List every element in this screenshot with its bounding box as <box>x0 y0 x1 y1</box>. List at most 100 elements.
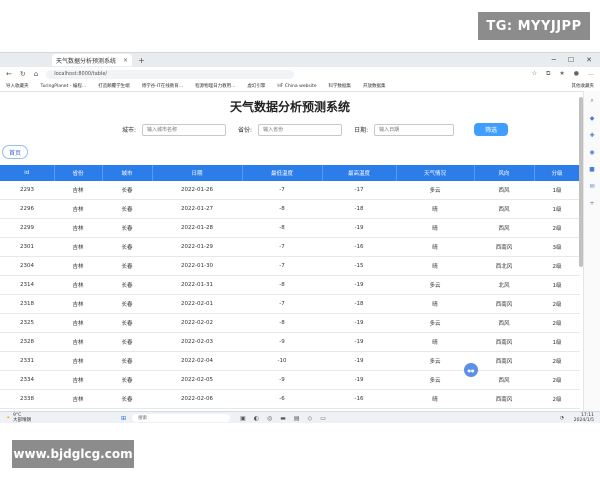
header-weather[interactable]: 天气情况 <box>396 165 475 181</box>
table-cell: 2331 <box>0 351 54 371</box>
bookmark-item[interactable]: 博学谷-IT在线教育... <box>142 83 184 89</box>
home-button[interactable]: 首页 <box>2 145 28 159</box>
table-cell: -8 <box>242 218 322 238</box>
bookmark-item[interactable]: 科学数据集 <box>329 83 352 89</box>
table-cell: 西南风 <box>474 332 534 352</box>
table-cell: 晴 <box>396 332 474 352</box>
office-icon[interactable]: ■ <box>589 166 595 173</box>
search-icon[interactable]: ⌕ <box>590 97 593 105</box>
system-tray: ◔ 17:11 2024/1/5 <box>560 413 600 423</box>
games-icon[interactable]: ◉ <box>589 149 594 156</box>
table-cell: -16 <box>322 389 396 409</box>
favorites-icon[interactable]: ★ <box>559 70 564 78</box>
table-cell: -8 <box>242 199 322 219</box>
extensions-icon[interactable]: ⧉ <box>546 70 550 78</box>
table-cell: 2301 <box>0 237 54 257</box>
table-cell: 2022-02-01 <box>152 294 242 314</box>
table-cell: 吉林 <box>54 256 102 276</box>
minimize-icon[interactable]: ─ <box>552 56 556 64</box>
table-header-row: id 省份 城市 日期 最低温度 最高温度 天气情况 风向 分级 <box>0 165 581 181</box>
taskbar-search[interactable]: 搜索 <box>132 414 231 422</box>
store-icon[interactable]: ▤ <box>294 415 300 422</box>
star-icon[interactable]: ☆ <box>532 70 537 78</box>
date-label: 日期: <box>354 127 369 134</box>
folder-icon[interactable]: ▬ <box>280 415 286 422</box>
table-cell: 2级 <box>534 351 580 371</box>
new-tab-icon[interactable]: + <box>138 56 145 65</box>
header-max-temp[interactable]: 最高温度 <box>322 165 397 181</box>
table-cell: 2022-01-29 <box>152 237 242 257</box>
table-cell: 2022-01-28 <box>152 218 242 238</box>
task-view-icon[interactable]: ▣ <box>240 415 246 422</box>
header-wind-level[interactable]: 分级 <box>534 165 581 181</box>
table-cell: 2334 <box>0 370 54 390</box>
table-cell: 西风 <box>474 218 534 238</box>
header-province[interactable]: 省份 <box>54 165 103 181</box>
table-cell: 晴 <box>396 294 474 314</box>
filter-button[interactable]: 筛选 <box>474 123 509 136</box>
menu-icon[interactable]: … <box>588 70 594 78</box>
add-icon[interactable]: + <box>589 200 594 207</box>
bookmark-item[interactable]: 打造颠覆学生端 <box>98 83 130 89</box>
home-icon[interactable]: ⌂ <box>34 70 38 78</box>
windows-start-icon[interactable]: ⊞ <box>121 415 126 422</box>
header-city[interactable]: 城市 <box>102 165 153 181</box>
table-row: 2331 吉林 长春 2022-02-04 -10 -19 多云 西南风 2级 <box>0 351 580 371</box>
profile-icon[interactable]: ● <box>574 70 579 78</box>
table-row: 2325 吉林 长春 2022-02-02 -8 -19 多云 西风 2级 <box>0 313 580 333</box>
header-min-temp[interactable]: 最低温度 <box>242 165 323 181</box>
table-cell: 晴 <box>396 218 474 238</box>
table-cell: 西南风 <box>474 237 534 257</box>
table-cell: 吉林 <box>54 370 102 390</box>
table-cell: 西风 <box>474 181 534 200</box>
close-tab-icon[interactable]: ✕ <box>123 57 128 64</box>
maximize-icon[interactable]: ☐ <box>568 56 574 64</box>
page-content: 天气数据分析预测系统 城市: 省份: 日期: 筛选 首页 id 省份 城市 日期… <box>0 93 581 423</box>
table-cell: 长春 <box>102 332 152 352</box>
clock[interactable]: 17:11 2024/1/5 <box>574 413 594 423</box>
table-cell: 2022-02-02 <box>152 313 242 333</box>
table-cell: 吉林 <box>54 181 102 200</box>
table-cell: 晴 <box>396 389 474 409</box>
table-cell: 长春 <box>102 199 152 219</box>
weather-widget[interactable]: ☀ 9°C 大部晴朗 <box>0 413 31 423</box>
bookmark-item[interactable]: HF China website <box>277 84 316 89</box>
city-input[interactable] <box>142 123 227 136</box>
table-cell: 西南风 <box>474 389 534 409</box>
chrome-icon[interactable]: ◎ <box>267 415 272 422</box>
shopping-icon[interactable]: ◆ <box>590 115 595 122</box>
table-cell: 2299 <box>0 218 54 238</box>
table-cell: 2022-01-27 <box>152 199 242 219</box>
table-row: 2338 吉林 长春 2022-02-06 -6 -16 晴西南风 2级 <box>0 389 580 409</box>
table-cell: 2314 <box>0 275 54 295</box>
close-window-icon[interactable]: ✕ <box>586 56 592 64</box>
tools-icon[interactable]: ✚ <box>589 132 594 139</box>
terminal-icon[interactable]: ▭ <box>320 415 326 422</box>
header-date[interactable]: 日期 <box>152 165 243 181</box>
bookmark-item[interactable]: 程源物理日力教用... <box>195 83 235 89</box>
floating-chat-bubble[interactable]: ●● <box>464 363 478 377</box>
table-cell: 吉林 <box>54 351 102 371</box>
edge-icon[interactable]: ◐ <box>254 415 259 422</box>
address-bar[interactable]: localhost:8000/table/ <box>46 69 295 79</box>
header-wind-direction[interactable]: 风向 <box>474 165 535 181</box>
code-icon[interactable]: ◇ <box>308 415 313 422</box>
table-cell: -9 <box>242 332 322 352</box>
province-input[interactable] <box>258 123 343 136</box>
network-icon[interactable]: ◔ <box>560 416 564 421</box>
table-cell: 西南风 <box>474 294 534 314</box>
bookmark-item[interactable]: 虚幻引擎 <box>247 83 265 89</box>
bookmark-item[interactable]: TuringPlanet - 编程... <box>41 83 87 89</box>
browser-tab[interactable]: 天气数据分析预测系统 ✕ <box>52 54 132 66</box>
bookmark-item[interactable]: 导入收藏夹 <box>6 83 29 89</box>
outlook-icon[interactable]: ✉ <box>589 183 594 190</box>
refresh-icon[interactable]: ↻ <box>20 70 26 78</box>
table-cell: 吉林 <box>54 218 102 238</box>
date-input[interactable] <box>374 123 455 136</box>
header-id[interactable]: id <box>0 165 55 181</box>
bookmark-item[interactable]: 开放数据集 <box>363 83 386 89</box>
bookmarks-bar: 导入收藏夹 TuringPlanet - 编程... 打造颠覆学生端 博学谷-I… <box>0 81 600 92</box>
back-icon[interactable]: ← <box>6 70 12 78</box>
other-bookmarks[interactable]: 其他收藏夹 <box>572 83 595 89</box>
table-cell: 长春 <box>102 181 152 200</box>
